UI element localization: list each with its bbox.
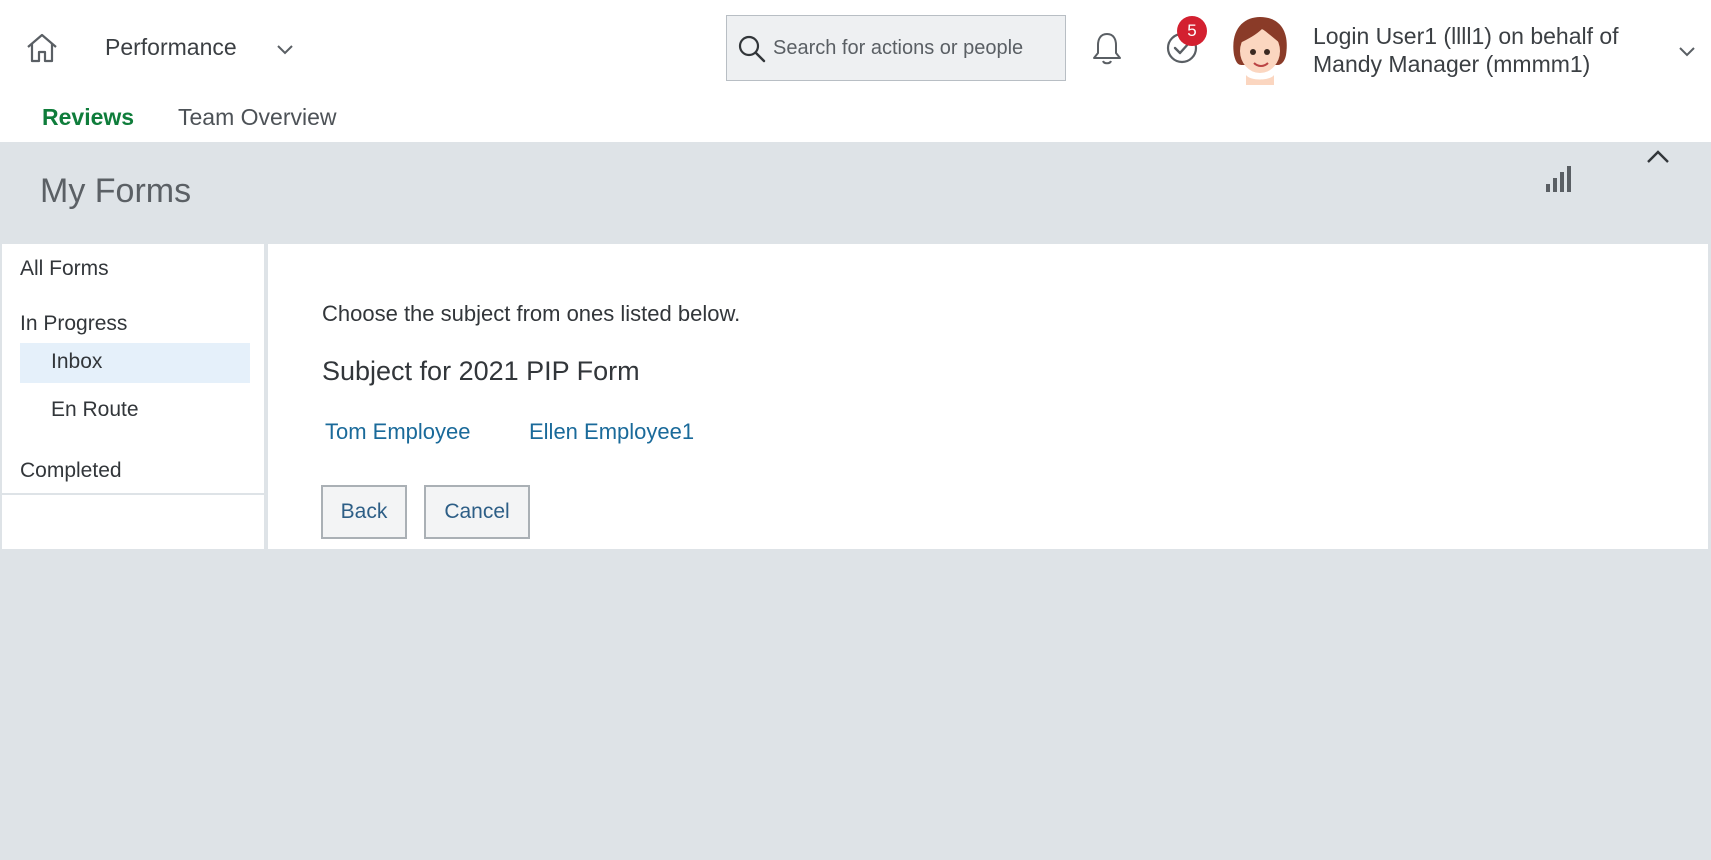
chevron-down-icon[interactable] [1676, 40, 1698, 62]
left-nav: All Forms In Progress Inbox En Route Com… [2, 244, 266, 549]
subject-chooser-panel: Choose the subject from ones listed belo… [268, 244, 1708, 549]
bell-icon[interactable] [1090, 30, 1124, 66]
chevron-up-icon[interactable] [1644, 146, 1672, 168]
instruction-text: Choose the subject from ones listed belo… [322, 301, 741, 326]
subject-link-tom-employee[interactable]: Tom Employee [325, 419, 471, 445]
user-avatar[interactable] [1228, 15, 1292, 85]
nav-all-forms[interactable]: All Forms [20, 257, 109, 281]
tab-team-overview[interactable]: Team Overview [178, 104, 336, 131]
cancel-button[interactable]: Cancel [424, 485, 530, 539]
module-title[interactable]: Performance [105, 34, 237, 61]
subject-link-ellen-employee1[interactable]: Ellen Employee1 [529, 419, 694, 445]
search-box[interactable] [726, 15, 1066, 81]
search-icon [738, 35, 766, 63]
nav-divider [2, 493, 266, 495]
page-title: My Forms [40, 172, 192, 210]
back-button[interactable]: Back [321, 485, 407, 539]
chevron-down-icon[interactable] [274, 38, 296, 60]
nav-in-progress-heading: In Progress [20, 312, 128, 335]
home-icon[interactable] [24, 30, 60, 66]
nav-inbox[interactable]: Inbox [20, 343, 250, 383]
search-input[interactable] [773, 16, 1063, 80]
tab-reviews[interactable]: Reviews [42, 104, 134, 131]
shell-bar: Performance 5 Login User1 (llll1) on beh… [0, 0, 1711, 142]
todo-count-badge: 5 [1177, 16, 1207, 46]
nav-completed[interactable]: Completed [20, 459, 122, 483]
bar-chart-icon[interactable] [1543, 162, 1575, 194]
subject-heading: Subject for 2021 PIP Form [322, 356, 640, 386]
nav-en-route[interactable]: En Route [51, 398, 139, 422]
user-name[interactable]: Login User1 (llll1) on behalf of Mandy M… [1313, 22, 1643, 78]
page-header: My Forms [0, 142, 1711, 244]
